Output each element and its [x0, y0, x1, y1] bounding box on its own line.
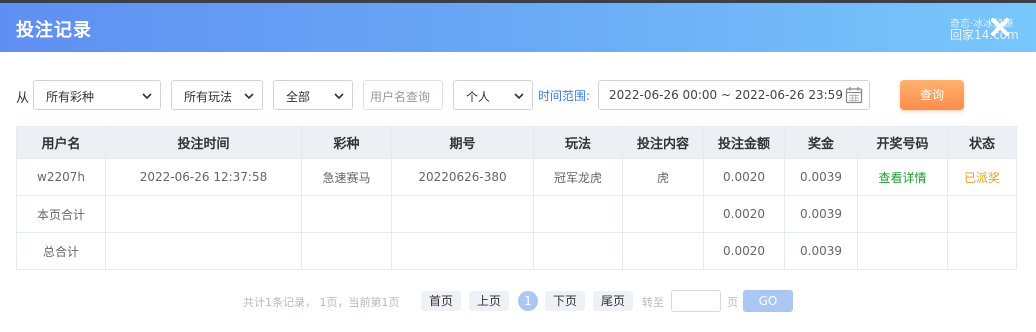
cell-empty: [947, 195, 1017, 233]
play-select-value: 所有玩法: [184, 90, 233, 104]
header-prize: 奖金: [784, 126, 858, 159]
cell-lottery: 急速赛马: [301, 158, 392, 196]
bet-records-table: 用户名 投注时间 彩种 期号 玩法 投注内容 投注金额 奖金 开奖号码 状态 w…: [16, 126, 1017, 270]
username-search-input[interactable]: 用户名查询: [363, 80, 443, 110]
scope-select-value: 个人: [466, 90, 491, 104]
first-page-button[interactable]: 首页: [421, 291, 461, 311]
go-button[interactable]: GO: [743, 290, 793, 312]
page-unit-label: 页: [727, 296, 738, 309]
date-range-value: 2022-06-26 00:00 ~ 2022-06-26 23:59: [609, 88, 843, 102]
goto-label: 转至: [642, 296, 664, 309]
username-placeholder: 用户名查询: [370, 90, 431, 104]
cell-subtotal-amount: 0.0020: [703, 195, 785, 233]
prev-page-button[interactable]: 上页: [469, 291, 509, 311]
pagination: 共计1条记录， 1页，当前第1页 首页 上页 1 下页 尾页 转至 页 GO: [0, 290, 1036, 312]
cell-bet-amount: 0.0020: [703, 158, 785, 196]
cell-prize: 0.0039: [784, 158, 858, 196]
lottery-select[interactable]: 所有彩种: [33, 80, 161, 110]
cell-empty: [857, 195, 948, 233]
header-lottery: 彩种: [301, 126, 392, 159]
goto-page-input[interactable]: [671, 290, 721, 312]
header-status: 状态: [947, 126, 1017, 159]
cell-total-amount: 0.0020: [703, 232, 785, 270]
status-select-value: 全部: [286, 90, 311, 104]
cell-subtotal-label: 本页合计: [16, 195, 106, 233]
query-button[interactable]: 查询: [900, 80, 964, 110]
dialog-header: 投注记录 奇恋·冰冰鼠源 回家14.com: [0, 0, 1036, 52]
cell-total-prize: 0.0039: [784, 232, 858, 270]
date-range-input[interactable]: 2022-06-26 00:00 ~ 2022-06-26 23:59: [598, 80, 870, 110]
status-select[interactable]: 全部: [273, 80, 353, 110]
chevron-down-icon: [244, 93, 254, 100]
header-username: 用户名: [16, 126, 106, 159]
cell-empty: [947, 232, 1017, 270]
header-bet-amount: 投注金额: [703, 126, 785, 159]
cell-empty: [622, 232, 704, 270]
next-page-button[interactable]: 下页: [545, 291, 585, 311]
cell-empty: [391, 232, 534, 270]
last-page-button[interactable]: 尾页: [593, 291, 633, 311]
cell-empty: [533, 195, 623, 233]
header-bet-content: 投注内容: [622, 126, 704, 159]
header-draw-number: 开奖号码: [857, 126, 948, 159]
cell-username: w2207h: [16, 158, 106, 196]
lottery-select-value: 所有彩种: [46, 90, 95, 104]
from-label: 从: [16, 91, 30, 106]
grand-total-row: 总合计 0.0020 0.0039: [16, 232, 1017, 270]
close-icon[interactable]: [988, 15, 1012, 39]
header-issue: 期号: [391, 126, 534, 159]
current-page-indicator[interactable]: 1: [518, 291, 538, 311]
scope-select[interactable]: 个人: [453, 80, 533, 110]
cell-empty: [105, 232, 302, 270]
pagination-info: 共计1条记录， 1页，当前第1页: [243, 296, 400, 309]
chevron-down-icon: [142, 93, 152, 100]
cell-empty: [301, 195, 392, 233]
calendar-icon[interactable]: [845, 86, 863, 104]
cell-bet-time: 2022-06-26 12:37:58: [105, 158, 302, 196]
cell-empty: [857, 232, 948, 270]
chevron-down-icon: [334, 93, 344, 100]
time-range-label: 时间范围:: [538, 89, 591, 103]
view-details-link[interactable]: 查看详情: [857, 158, 948, 196]
cell-total-label: 总合计: [16, 232, 106, 270]
dialog-title: 投注记录: [16, 20, 92, 41]
cell-issue: 20220626-380: [391, 158, 534, 196]
table-header-row: 用户名 投注时间 彩种 期号 玩法 投注内容 投注金额 奖金 开奖号码 状态: [16, 126, 1017, 159]
page-subtotal-row: 本页合计 0.0020 0.0039: [16, 195, 1017, 233]
status-badge: 已派奖: [947, 158, 1017, 196]
chevron-down-icon: [514, 93, 524, 100]
header-bet-time: 投注时间: [105, 126, 302, 159]
header-play: 玩法: [533, 126, 623, 159]
cell-empty: [301, 232, 392, 270]
cell-empty: [105, 195, 302, 233]
cell-empty: [622, 195, 704, 233]
cell-subtotal-prize: 0.0039: [784, 195, 858, 233]
filter-bar: 从 所有彩种 所有玩法 全部 用户名查询 个人 时间范围: 2022-06-26…: [0, 80, 1036, 110]
cell-bet-content: 虎: [622, 158, 704, 196]
play-select[interactable]: 所有玩法: [171, 80, 263, 110]
cell-play: 冠军龙虎: [533, 158, 623, 196]
cell-empty: [533, 232, 623, 270]
cell-empty: [391, 195, 534, 233]
table-row: w2207h 2022-06-26 12:37:58 急速赛马 20220626…: [16, 158, 1017, 196]
